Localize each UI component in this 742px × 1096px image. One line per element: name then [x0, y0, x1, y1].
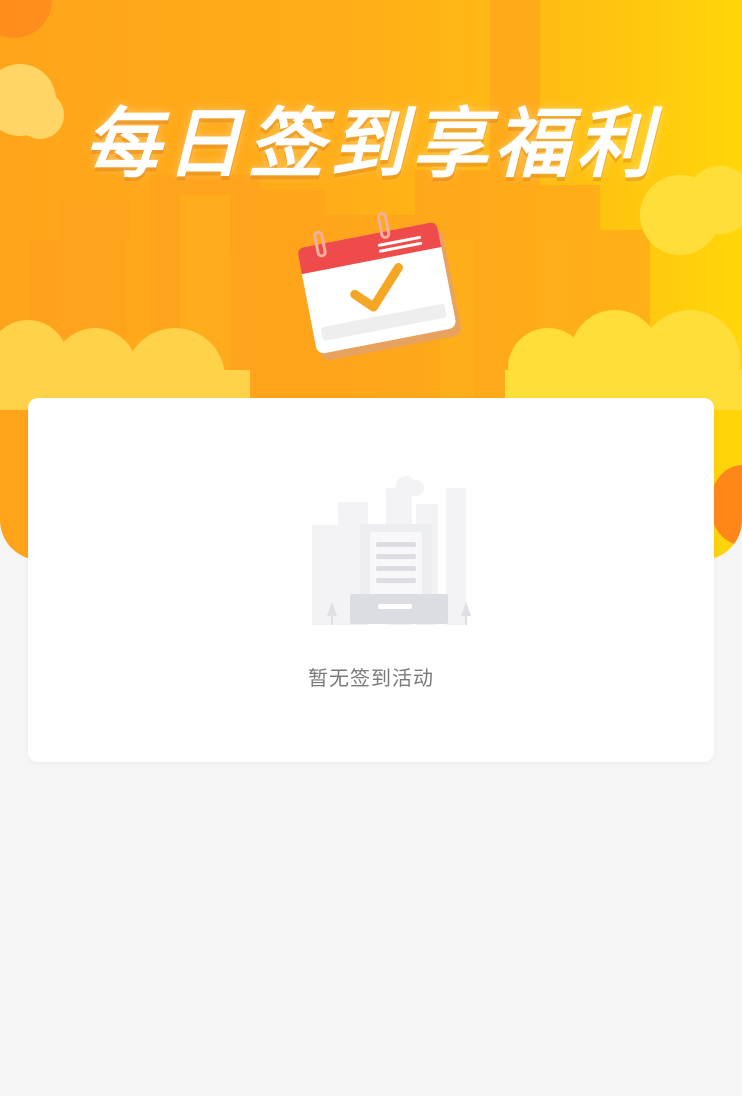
empty-document-icon [312, 476, 471, 625]
banner-title: 每日签到享福利 [84, 99, 658, 188]
sign-in-activity-card: 暂无签到活动 [28, 398, 714, 762]
empty-state-message: 暂无签到活动 [308, 666, 434, 690]
